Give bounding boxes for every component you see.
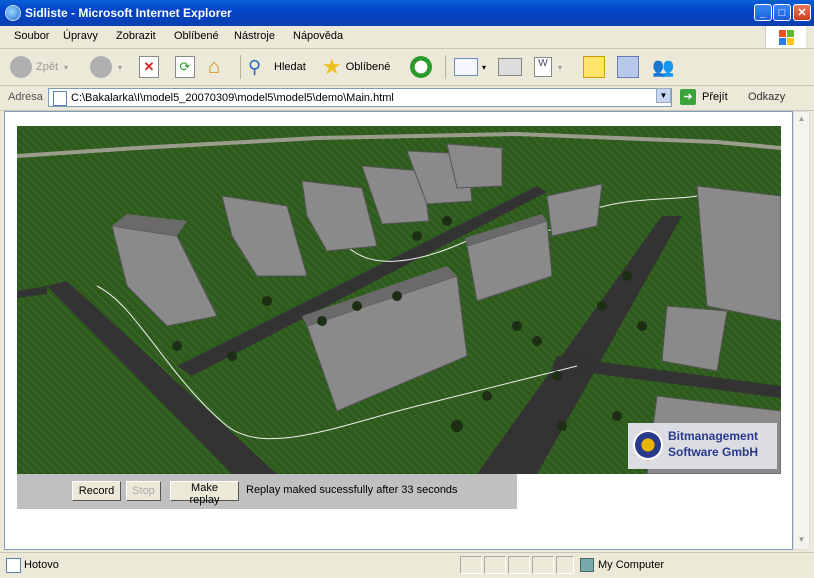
menu-file[interactable]: Soubor — [14, 30, 49, 42]
bitmanagement-logo: Bitmanagement Software GmbH — [628, 423, 777, 469]
stop-icon: ✕ — [139, 56, 159, 78]
menu-view[interactable]: Zobrazit — [116, 30, 156, 42]
go-button[interactable]: ➔ Přejít — [680, 89, 728, 105]
dropdown-arrow-icon: ▾ — [118, 62, 123, 72]
word-icon: W — [534, 57, 552, 77]
print-button[interactable] — [498, 54, 522, 80]
status-panel — [460, 556, 482, 574]
star-icon: ★ — [322, 54, 342, 79]
search-button[interactable]: ⚲ Hledat — [248, 54, 306, 80]
forward-arrow-icon — [90, 56, 112, 78]
stop-replay-button[interactable]: Stop — [126, 481, 161, 501]
status-panel — [532, 556, 554, 574]
menu-bar: Soubor Úpravy Zobrazit Oblíbené Nástroje… — [0, 26, 814, 49]
home-button[interactable]: ⌂ — [208, 54, 230, 80]
dropdown-arrow-icon: ▾ — [482, 62, 487, 72]
messenger-icon: 👥 — [652, 57, 675, 77]
record-button[interactable]: Record — [72, 481, 121, 501]
address-label: Adresa — [8, 91, 43, 103]
status-panel — [556, 556, 574, 574]
search-icon: ⚲ — [248, 57, 262, 77]
vertical-scrollbar[interactable]: ▲ ▼ — [793, 111, 810, 550]
address-bar: Adresa C:\Bakalarka\I\model5_20070309\mo… — [0, 86, 814, 111]
refresh-icon: ⟳ — [175, 56, 195, 78]
bitmanagement-logo-icon — [633, 430, 663, 460]
replay-controls: Record Stop Make replay Replay maked suc… — [17, 474, 517, 509]
vrml-3d-scene[interactable]: Bitmanagement Software GmbH — [17, 126, 781, 474]
home-icon: ⌂ — [208, 56, 221, 78]
menu-tools[interactable]: Nástroje — [234, 30, 275, 42]
history-icon — [410, 56, 432, 78]
menu-edit[interactable]: Úpravy — [63, 30, 98, 42]
back-button[interactable]: Zpět ▾ — [10, 54, 68, 80]
stop-button[interactable]: ✕ — [139, 54, 159, 80]
address-dropdown-button[interactable]: ▼ — [656, 88, 671, 103]
status-text: Hotovo — [24, 559, 59, 571]
replay-status-message: Replay maked sucessfully after 33 second… — [246, 484, 458, 496]
window-title: Sidliste - Microsoft Internet Explorer — [25, 6, 232, 20]
maximize-button[interactable]: □ — [773, 4, 791, 21]
menu-help[interactable]: Nápověda — [293, 30, 343, 42]
scroll-up-icon[interactable]: ▲ — [796, 114, 807, 126]
make-replay-button[interactable]: Make replay — [170, 481, 239, 506]
refresh-button[interactable]: ⟳ — [175, 54, 195, 80]
status-panel — [484, 556, 506, 574]
back-arrow-icon — [10, 56, 32, 78]
messenger-button[interactable]: 👥 — [652, 54, 674, 80]
edit-button[interactable]: W ▾ — [534, 54, 562, 80]
page-done-icon — [6, 558, 21, 573]
research-button[interactable] — [617, 54, 639, 80]
windows-logo-icon — [765, 26, 806, 48]
my-computer-icon — [580, 558, 594, 572]
favorites-button[interactable]: ★ Oblíbené — [322, 54, 390, 80]
minimize-button[interactable]: _ — [754, 4, 772, 21]
print-icon — [498, 58, 522, 76]
links-label[interactable]: Odkazy — [748, 91, 785, 103]
address-url: C:\Bakalarka\I\model5_20070309\model5\mo… — [71, 92, 394, 104]
note-icon — [583, 56, 605, 78]
address-input[interactable]: C:\Bakalarka\I\model5_20070309\model5\mo… — [48, 88, 672, 107]
security-zone: My Computer — [580, 558, 664, 572]
research-icon — [617, 56, 639, 78]
mail-icon — [454, 58, 478, 76]
page-icon — [53, 91, 67, 106]
page-content: Bitmanagement Software GmbH Record Stop … — [4, 111, 793, 550]
ie-icon — [5, 5, 21, 21]
go-arrow-icon: ➔ — [680, 89, 696, 105]
menu-favorites[interactable]: Oblíbené — [174, 30, 219, 42]
dropdown-arrow-icon: ▾ — [558, 62, 563, 72]
toolbar: Zpět ▾ ▾ ✕ ⟳ ⌂ ⚲ Hledat ★ Oblíbené ▾ W ▾ — [0, 49, 814, 86]
dropdown-arrow-icon: ▾ — [64, 62, 69, 72]
status-panel — [508, 556, 530, 574]
scroll-down-icon[interactable]: ▼ — [796, 535, 807, 547]
title-bar: Sidliste - Microsoft Internet Explorer _… — [0, 0, 814, 26]
forward-button[interactable]: ▾ — [90, 54, 122, 80]
discuss-button[interactable] — [583, 54, 605, 80]
close-button[interactable]: ✕ — [793, 4, 811, 21]
mail-button[interactable]: ▾ — [454, 54, 486, 80]
status-bar: Hotovo My Computer — [0, 552, 814, 578]
history-button[interactable] — [410, 54, 432, 80]
